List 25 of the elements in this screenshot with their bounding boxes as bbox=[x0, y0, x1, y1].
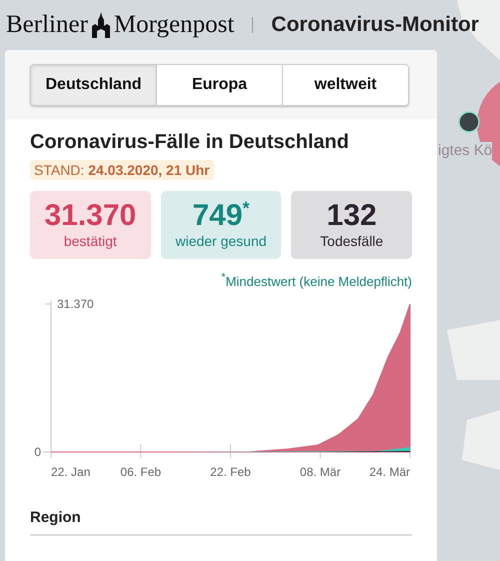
map-label: igtes Kö bbox=[438, 142, 492, 159]
axis-label: 31.370 bbox=[57, 297, 94, 311]
footnote: $^{*}$Mindestwert (keine Meldepflicht) bbox=[220, 274, 412, 289]
stat-label: wieder gesund bbox=[175, 233, 267, 249]
tab[interactable]: Europa bbox=[157, 65, 283, 105]
date-badge: STAND: 24.03.2020, 21 Uhr bbox=[30, 160, 214, 180]
tab[interactable]: Deutschland bbox=[31, 65, 157, 105]
stat-label: Todesfälle bbox=[320, 233, 384, 249]
region-heading: Region bbox=[30, 509, 412, 536]
axis-label: 06. Feb bbox=[120, 465, 162, 479]
gate-icon bbox=[90, 12, 112, 38]
axis-label: 22. Feb bbox=[210, 465, 251, 479]
stat-value: 31.370 bbox=[44, 199, 136, 233]
stat-value: 132 bbox=[326, 199, 377, 233]
axis-label: 24. Mär bbox=[369, 465, 410, 479]
stat-label: bestätigt bbox=[64, 233, 117, 249]
axis-label: 08. Mär bbox=[300, 465, 341, 479]
axis-label: 22. Jan bbox=[51, 465, 90, 479]
axis-label: 0 bbox=[34, 445, 41, 459]
stat-value: 749$^{*}$ bbox=[192, 199, 250, 233]
tab[interactable]: weltweit bbox=[283, 65, 408, 105]
brand-name: Morgenpost bbox=[114, 11, 234, 39]
brand-name: Berliner bbox=[6, 11, 88, 39]
section-heading: Coronavirus-Fälle in Deutschland bbox=[30, 131, 350, 154]
page-title: Coronavirus-Monitor bbox=[271, 13, 479, 37]
